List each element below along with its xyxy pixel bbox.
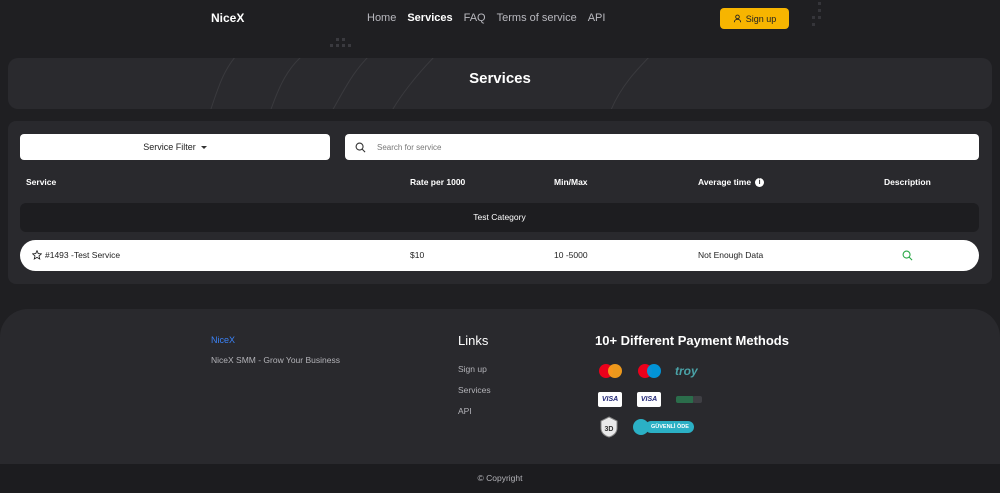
- service-minmax: 10 -5000: [554, 250, 588, 260]
- maestro-icon: [638, 364, 661, 378]
- 3d-secure-icon: 3D: [600, 416, 618, 438]
- main-nav: Home Services FAQ Terms of service API: [367, 12, 605, 24]
- go-guvenli-ode-text: GÜVENLİ ÖDE: [645, 421, 694, 433]
- mastercard-icon: [599, 364, 622, 378]
- search-input[interactable]: [375, 142, 955, 152]
- header-rate: Rate per 1000: [410, 177, 466, 187]
- 3d-secure-text: 3D: [605, 426, 614, 433]
- header-service: Service: [26, 177, 57, 187]
- signup-button[interactable]: Sign up: [720, 8, 789, 29]
- service-name: #1493 -Test Service: [45, 250, 121, 260]
- search-icon: [345, 142, 375, 153]
- page-hero: Services: [8, 58, 992, 109]
- signup-label: Sign up: [745, 13, 777, 24]
- go-guvenli-ode-icon: GÜVENLİ ÖDE: [633, 419, 694, 435]
- footer-link-api[interactable]: API: [458, 406, 472, 416]
- table-row[interactable]: #1493 -Test Service $10 10 -5000 Not Eno…: [20, 240, 979, 271]
- nav-services[interactable]: Services: [407, 12, 452, 24]
- header-average-time-label: Average time: [698, 177, 752, 187]
- brand-logo[interactable]: NiceX: [211, 11, 244, 25]
- header-minmax: Min/Max: [554, 177, 588, 187]
- footer-brand[interactable]: NiceX: [211, 335, 235, 345]
- footer-link-signup[interactable]: Sign up: [458, 364, 487, 374]
- footer-tagline: NiceX SMM - Grow Your Business: [211, 355, 340, 365]
- copyright: © Copyright: [0, 464, 1000, 493]
- paycell-icon: [676, 396, 702, 403]
- service-filter-label: Service Filter: [143, 142, 196, 152]
- header-average-time: Average time i: [698, 177, 765, 187]
- user-icon: [733, 14, 741, 23]
- troy-icon: troy: [675, 364, 698, 378]
- service-filter-dropdown[interactable]: Service Filter: [20, 134, 330, 160]
- payment-methods-title: 10+ Different Payment Methods: [595, 333, 789, 348]
- decorative-dots-right: [812, 2, 821, 26]
- page-title: Services: [469, 70, 531, 87]
- nav-api[interactable]: API: [588, 12, 606, 24]
- footer: NiceX NiceX SMM - Grow Your Business Lin…: [0, 309, 1000, 464]
- visa-icon: VISA: [598, 392, 622, 407]
- visa-electron-icon: VISA: [637, 392, 661, 407]
- info-icon[interactable]: i: [755, 177, 765, 187]
- header-description: Description: [884, 177, 931, 187]
- decorative-dots: [330, 38, 351, 47]
- search-icon[interactable]: [902, 250, 913, 261]
- nav-terms[interactable]: Terms of service: [497, 12, 577, 24]
- star-icon[interactable]: [32, 250, 42, 260]
- services-panel: Service Filter Service Rate per 1000 Min…: [8, 121, 992, 284]
- category-row: Test Category: [20, 203, 979, 232]
- nav-home[interactable]: Home: [367, 12, 396, 24]
- nav-faq[interactable]: FAQ: [464, 12, 486, 24]
- service-rate: $10: [410, 250, 425, 260]
- caret-down-icon: [200, 145, 207, 149]
- footer-link-services[interactable]: Services: [458, 385, 491, 395]
- footer-links-title: Links: [458, 333, 489, 348]
- service-average-time: Not Enough Data: [698, 250, 764, 260]
- search-box[interactable]: [345, 134, 979, 160]
- top-navbar: NiceX Home Services FAQ Terms of service…: [0, 0, 1000, 50]
